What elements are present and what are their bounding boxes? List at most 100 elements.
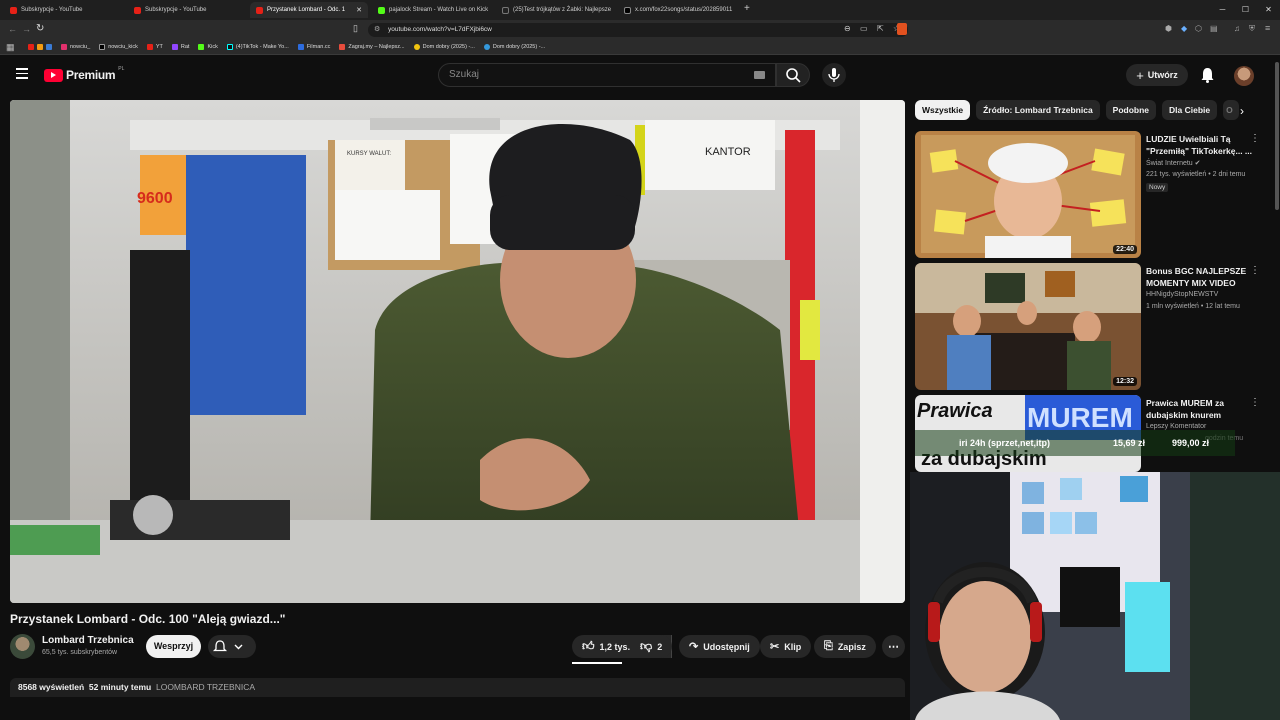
bookmark-item[interactable]: Rat: [171, 44, 189, 50]
recommendation-item[interactable]: 12:32 Bonus BGC NAJLEPSZE MOMENTY MIX VI…: [915, 263, 1270, 391]
recommendation-channel[interactable]: Świat Internetu ✔: [1146, 159, 1201, 167]
browser-tab[interactable]: pajalock Stream - Watch Live on Kick: [372, 2, 494, 18]
forward-icon[interactable]: →: [22, 24, 31, 34]
recommendation-title[interactable]: Bonus BGC NAJLEPSZE MOMENTY MIX VIDEO: [1146, 265, 1254, 289]
recommendation-title[interactable]: Prawica MUREM za dubajskim knurem: [1146, 397, 1254, 421]
youtube-premium-logo[interactable]: Premium PL: [44, 66, 124, 82]
recommendation-item[interactable]: 22:40 LUDZIE Uwielbiali Tą "Przemiłą" Ti…: [915, 131, 1270, 259]
more-dots-icon: ⋯: [888, 641, 899, 653]
filter-chips: Wszystkie Źródło: Lombard Trzebnica Podo…: [915, 100, 1240, 120]
media-icon[interactable]: ♫: [1234, 24, 1240, 33]
like-count: 1,2 tys.: [599, 641, 631, 652]
more-vert-icon[interactable]: ⋮: [1250, 133, 1260, 144]
bookmark-item[interactable]: Filman.cc: [297, 44, 330, 50]
close-tab-icon[interactable]: ✕: [356, 6, 368, 14]
voice-search-button[interactable]: [822, 63, 846, 87]
create-button[interactable]: + Utwórz: [1126, 64, 1188, 86]
minimize-icon[interactable]: ─: [1211, 0, 1234, 20]
dislike-button[interactable]: 👎︎ 2: [630, 635, 672, 658]
view-count: 8568 wyświetleń: [18, 682, 85, 692]
apps-grid-icon[interactable]: ▦: [6, 42, 15, 53]
channel-name[interactable]: Lombard Trzebnica: [42, 635, 134, 646]
search-button[interactable]: [776, 63, 810, 87]
bookmark-icon: ⎘: [824, 640, 833, 652]
chip-for-you[interactable]: Dla Ciebie: [1162, 100, 1218, 120]
video-thumbnail[interactable]: 12:32: [915, 263, 1141, 390]
sidebar-toggle-icon[interactable]: ▤: [1210, 24, 1218, 33]
chip-similar[interactable]: Podobne: [1105, 100, 1157, 120]
more-actions-button[interactable]: ⋯: [882, 635, 905, 658]
new-tab-icon[interactable]: +: [744, 3, 750, 14]
avatar[interactable]: [1234, 66, 1254, 86]
notifications-bell-icon[interactable]: [1200, 67, 1215, 83]
plus-icon: +: [1136, 67, 1144, 83]
bookmark-item[interactable]: nowciu_kick: [99, 44, 138, 50]
browser-tab[interactable]: x.com/fox22songs/status/202859011: [618, 2, 740, 18]
video-tag[interactable]: LOOMBARD TRZEBNICA: [156, 682, 255, 692]
thumb-text: Prawica: [917, 400, 993, 422]
browser-tab-active[interactable]: Przystanek Lombard - Odc. 1 ✕: [250, 2, 368, 18]
share-page-icon[interactable]: ⇱: [877, 24, 884, 33]
bookmark-label: Zagraj.my – Najlepsz...: [348, 44, 405, 50]
bookmark-item[interactable]: Dom dobry (2025) -...: [413, 44, 475, 50]
chips-next-icon[interactable]: ›: [1240, 104, 1244, 118]
save-label: Zapisz: [837, 641, 866, 652]
zoom-icon[interactable]: ⊖: [844, 24, 851, 33]
bookmarks-bar: ▦ nowciu_ nowciu_kick YT Rat Kick (4)Tik…: [0, 40, 1280, 55]
bookmark-item[interactable]: (4)TikTok - Make Yo...: [226, 44, 289, 50]
tab-label: Subskrypcje - YouTube: [145, 7, 207, 13]
video-thumbnail[interactable]: 22:40: [915, 131, 1141, 258]
bookmark-label: (4)TikTok - Make Yo...: [235, 44, 289, 50]
browser-tab[interactable]: Subskrypcje - YouTube: [128, 2, 248, 18]
close-window-icon[interactable]: ✕: [1257, 0, 1280, 20]
recommendation-title[interactable]: LUDZIE Uwielbiali Tą "Przemiłą" TikToker…: [1146, 133, 1254, 157]
vpn-icon[interactable]: ⛨: [1249, 24, 1255, 34]
youtube-header: Premium PL Szukaj + Utwórz: [0, 56, 1280, 94]
extension-icon[interactable]: ⬡: [1195, 24, 1202, 33]
channel-avatar[interactable]: [10, 634, 35, 659]
bookmark-item[interactable]: YT: [146, 44, 163, 50]
new-badge: Nowy: [1146, 183, 1169, 192]
bookmark-item[interactable]: [28, 44, 52, 50]
search-input[interactable]: Szukaj: [438, 63, 776, 87]
maximize-icon[interactable]: ☐: [1234, 0, 1257, 20]
keyboard-icon[interactable]: [754, 71, 765, 79]
bookmark-item[interactable]: nowciu_: [61, 44, 90, 50]
bookmark-item[interactable]: Dom dobry (2025) -...: [483, 44, 545, 50]
subscription-bell-button[interactable]: [208, 635, 256, 658]
chip-all[interactable]: Wszystkie: [915, 100, 971, 120]
extension-icon[interactable]: ⬢: [1165, 24, 1172, 33]
reload-icon[interactable]: ↻: [36, 23, 44, 34]
save-button[interactable]: ⎘ Zapisz: [814, 635, 876, 658]
page-scrollbar[interactable]: [1275, 62, 1279, 210]
browser-tab[interactable]: (25)Test trójkątów z Żabki: Najlepsze: [496, 2, 616, 18]
cast-icon[interactable]: ▭: [860, 24, 868, 33]
bookmark-page-icon[interactable]: ▯: [353, 23, 358, 34]
browser-tab[interactable]: Subskrypcje - YouTube: [4, 2, 124, 18]
brave-shield-icon[interactable]: [897, 23, 907, 35]
bookmark-item[interactable]: Kick: [198, 44, 218, 50]
chip-source[interactable]: Źródło: Lombard Trzebnica: [976, 100, 1100, 120]
description-box[interactable]: 8568 wyświetleń 52 minuty temu LOOMBARD …: [10, 678, 905, 697]
more-vert-icon[interactable]: ⋮: [1250, 265, 1260, 276]
microphone-icon: [828, 68, 840, 82]
scene-price-sign: 9600: [137, 190, 173, 207]
recommendation-channel[interactable]: Lepszy Komentator: [1146, 423, 1206, 430]
back-icon[interactable]: ←: [8, 24, 17, 34]
menu-icon[interactable]: ≡: [1265, 23, 1270, 33]
site-info-icon[interactable]: ⚙: [374, 23, 380, 37]
url-field[interactable]: ⚙ youtube.com/watch?v=L7dFXjbi6cw: [368, 23, 908, 37]
recommendation-channel[interactable]: HHNigdyStopNEWSTV: [1146, 291, 1218, 298]
bookmark-item[interactable]: Zagraj.my – Najlepsz...: [339, 44, 405, 50]
video-player[interactable]: KANTOR KURSY WALUT: 9600: [10, 100, 905, 603]
create-label: Utwórz: [1147, 70, 1178, 80]
youtube-favicon-icon: [134, 6, 141, 14]
support-button[interactable]: Wesprzyj: [146, 635, 201, 658]
hamburger-menu-icon[interactable]: [16, 68, 28, 79]
chip-overflow[interactable]: O: [1223, 100, 1240, 120]
clip-button[interactable]: ✂ Klip: [760, 635, 812, 658]
share-button[interactable]: ↷ Udostępnij: [679, 635, 760, 658]
more-vert-icon[interactable]: ⋮: [1250, 397, 1260, 408]
extension-icon[interactable]: ◆: [1181, 24, 1187, 33]
bookmark-label: nowciu_: [70, 44, 91, 50]
